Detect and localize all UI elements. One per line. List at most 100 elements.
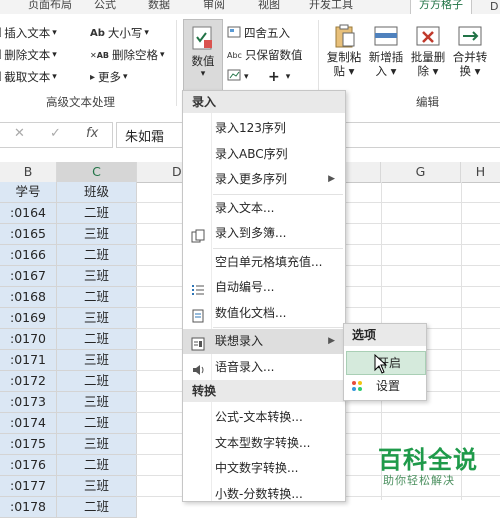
menu-item-label: 空白单元格填充值... bbox=[215, 254, 323, 269]
student-id-cell[interactable]: :0167 bbox=[0, 266, 57, 287]
tab-review[interactable]: 审阅 bbox=[203, 0, 225, 12]
chevron-right-icon: ▶ bbox=[328, 336, 335, 346]
class-cell[interactable]: 二班 bbox=[57, 329, 137, 350]
menu-item[interactable]: 自动编号... bbox=[183, 275, 345, 300]
chevron-down-icon: ▾ bbox=[160, 50, 165, 60]
chart-icon bbox=[227, 69, 241, 84]
student-id-cell[interactable]: :0175 bbox=[0, 434, 57, 455]
class-cell[interactable]: 三班 bbox=[57, 308, 137, 329]
column-header-g[interactable]: G bbox=[381, 162, 461, 183]
menu-item[interactable]: 小数-分数转换... bbox=[183, 482, 345, 507]
column-header-h[interactable]: H bbox=[461, 162, 500, 183]
menu-item[interactable]: 数值化文档... bbox=[183, 301, 345, 326]
menu-item[interactable]: 语音录入... bbox=[183, 355, 345, 380]
menu-item-label: 中文数字转换... bbox=[215, 461, 299, 475]
delete-text-button[interactable]: ⫿ 删除文本 ▾ bbox=[0, 47, 57, 63]
menu-item[interactable]: 录入ABC序列 bbox=[183, 142, 345, 167]
round-button[interactable]: 四舍五入 bbox=[227, 25, 290, 41]
insert-text-button[interactable]: ⫿ 插入文本 ▾ bbox=[0, 25, 57, 41]
plus-icon: + bbox=[268, 69, 280, 85]
student-id-cell[interactable]: :0171 bbox=[0, 350, 57, 371]
function-icon[interactable]: fx bbox=[86, 126, 98, 141]
column-header-d[interactable]: D bbox=[137, 162, 183, 183]
tab-page-layout[interactable]: 页面布局 bbox=[28, 0, 72, 12]
menu-item-label: 录入123序列 bbox=[215, 121, 286, 135]
menu-item[interactable]: 空白单元格填充值... bbox=[183, 250, 345, 275]
menu-item[interactable]: 录入更多序列 ▶ bbox=[183, 167, 345, 192]
menu-item[interactable]: 公式-文本转换... bbox=[183, 405, 345, 430]
tab-view[interactable]: 视图 bbox=[258, 0, 280, 12]
remove-space-label: 删除空格 bbox=[112, 48, 158, 62]
student-id-cell[interactable]: :0174 bbox=[0, 413, 57, 434]
class-cell[interactable]: 二班 bbox=[57, 371, 137, 392]
extract-text-button[interactable]: ⫿ 截取文本 ▾ bbox=[0, 69, 57, 85]
menu-item-label: 小数-分数转换... bbox=[215, 486, 303, 501]
merge-convert-button[interactable]: 合并转 换 ▾ bbox=[448, 24, 492, 78]
confirm-icon[interactable]: ✓ bbox=[50, 126, 61, 141]
case-icon: Ab bbox=[90, 27, 105, 39]
tab-data[interactable]: 数据 bbox=[148, 0, 170, 12]
class-cell[interactable]: 三班 bbox=[57, 350, 137, 371]
menu-item[interactable]: 录入123序列 bbox=[183, 116, 345, 141]
tab-fangfang[interactable]: 方方格子 bbox=[410, 0, 472, 14]
chart-dropdown-button[interactable]: ▾ bbox=[227, 69, 249, 84]
column-header-c[interactable]: C bbox=[57, 162, 137, 184]
class-cell[interactable]: 二班 bbox=[57, 497, 137, 518]
more-icon: ▸ bbox=[90, 71, 96, 83]
keep-value-button[interactable]: Abc 只保留数值 bbox=[227, 47, 302, 63]
class-cell[interactable]: 三班 bbox=[57, 266, 137, 287]
tab-cut-off[interactable]: D bbox=[490, 0, 498, 13]
menu-section-header: 录入 bbox=[183, 91, 345, 113]
chevron-down-icon: ▾ bbox=[144, 28, 149, 38]
menu-item[interactable]: 联想录入 ▶ bbox=[183, 329, 345, 354]
class-cell[interactable]: 三班 bbox=[57, 392, 137, 413]
class-cell[interactable]: 三班 bbox=[57, 434, 137, 455]
student-id-cell[interactable]: :0178 bbox=[0, 497, 57, 518]
menu-item-label: 联想录入 bbox=[215, 334, 264, 348]
class-cell[interactable]: 三班 bbox=[57, 476, 137, 497]
menu-item-label: 录入更多序列 bbox=[215, 172, 288, 186]
menu-item[interactable]: 文本型数字转换... bbox=[183, 431, 345, 456]
keep-value-label: 只保留数值 bbox=[244, 48, 303, 62]
batch-delete-button[interactable]: 批量删 除 ▾ bbox=[406, 24, 450, 78]
case-button[interactable]: Ab 大小写 ▾ bbox=[90, 25, 149, 41]
insert-text-icon: ⫿ bbox=[0, 28, 1, 39]
menu-item[interactable]: 录入文本... bbox=[183, 196, 345, 221]
watermark-title: 百科全说 bbox=[378, 446, 478, 474]
keep-value-icon: Abc bbox=[227, 50, 242, 60]
student-id-cell[interactable]: :0172 bbox=[0, 371, 57, 392]
header-cell-student-id[interactable]: 学号 bbox=[0, 182, 57, 203]
insert-new-button[interactable]: 新增插 入 ▾ bbox=[364, 24, 408, 78]
menu-item[interactable]: 中文数字转换... bbox=[183, 456, 345, 481]
cancel-icon[interactable]: ✕ bbox=[14, 126, 25, 141]
class-cell[interactable]: 二班 bbox=[57, 245, 137, 266]
class-cell[interactable]: 三班 bbox=[57, 224, 137, 245]
column-header-b[interactable]: B bbox=[0, 162, 57, 183]
menu-item[interactable]: 录入到多簿... bbox=[183, 221, 345, 246]
class-cell[interactable]: 二班 bbox=[57, 455, 137, 476]
chevron-down-icon: ▾ bbox=[123, 72, 128, 82]
student-id-cell[interactable]: :0176 bbox=[0, 455, 57, 476]
value-button[interactable]: 数值 ▾ bbox=[183, 19, 223, 93]
student-id-cell[interactable]: :0168 bbox=[0, 287, 57, 308]
student-id-cell[interactable]: :0173 bbox=[0, 392, 57, 413]
student-id-cell[interactable]: :0170 bbox=[0, 329, 57, 350]
student-id-cell[interactable]: :0165 bbox=[0, 224, 57, 245]
class-cell[interactable]: 二班 bbox=[57, 287, 137, 308]
class-cell[interactable]: 二班 bbox=[57, 413, 137, 434]
header-cell-class[interactable]: 班级 bbox=[57, 182, 137, 203]
remove-space-button[interactable]: ✕AB 删除空格 ▾ bbox=[90, 47, 165, 63]
extract-text-icon: ⫿ bbox=[0, 72, 1, 83]
student-id-cell[interactable]: :0177 bbox=[0, 476, 57, 497]
student-id-cell[interactable]: :0169 bbox=[0, 308, 57, 329]
plus-dropdown-button[interactable]: + ▾ bbox=[268, 69, 290, 85]
tab-developer[interactable]: 开发工具 bbox=[309, 0, 353, 12]
document-icon bbox=[191, 307, 205, 322]
copy-paste-button[interactable]: 复制粘 贴 ▾ bbox=[322, 24, 366, 78]
more-button[interactable]: ▸ 更多 ▾ bbox=[90, 69, 128, 85]
submenu-item-settings[interactable]: 设置 bbox=[344, 375, 426, 397]
student-id-cell[interactable]: :0164 bbox=[0, 203, 57, 224]
student-id-cell[interactable]: :0166 bbox=[0, 245, 57, 266]
tab-formulas[interactable]: 公式 bbox=[94, 0, 116, 12]
class-cell[interactable]: 二班 bbox=[57, 203, 137, 224]
